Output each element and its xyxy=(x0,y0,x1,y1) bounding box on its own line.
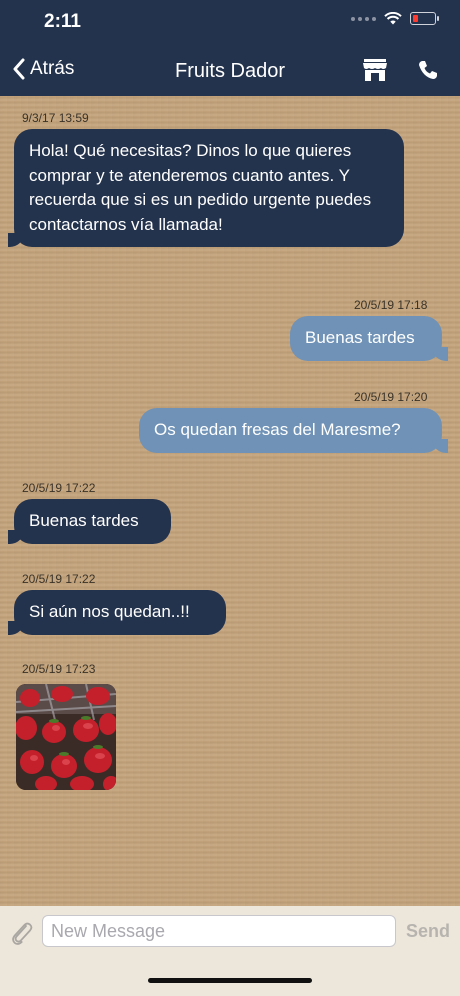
signal-icon xyxy=(351,16,376,21)
message-timestamp: 20/5/19 17:22 xyxy=(22,481,96,495)
home-indicator xyxy=(148,978,312,983)
chat-area[interactable]: 9/3/17 13:59 Hola! Qué necesitas? Dinos … xyxy=(0,96,460,906)
battery-icon xyxy=(410,12,439,25)
message-text: Buenas tardes xyxy=(29,511,139,530)
message-timestamp: 20/5/19 17:18 xyxy=(354,298,428,312)
chat-title: Fruits Dador xyxy=(174,60,286,82)
message-composer: Send xyxy=(0,906,460,996)
send-button[interactable]: Send xyxy=(406,921,450,942)
wifi-icon xyxy=(384,12,402,25)
status-icons xyxy=(351,12,439,25)
message-input[interactable] xyxy=(42,915,396,947)
outgoing-message-bubble[interactable]: Os quedan fresas del Maresme? xyxy=(139,408,448,453)
nav-header: 2:11 Atrás Fruits Dador xyxy=(0,0,460,96)
status-time: 2:11 xyxy=(44,11,81,32)
message-timestamp: 20/5/19 17:22 xyxy=(22,572,96,586)
incoming-message-bubble[interactable]: Si aún nos quedan..!! xyxy=(8,590,226,635)
message-timestamp: 20/5/19 17:20 xyxy=(354,390,428,404)
message-text: Buenas tardes xyxy=(305,328,415,347)
strawberries-photo[interactable] xyxy=(16,684,116,790)
incoming-message-bubble[interactable]: Hola! Qué necesitas? Dinos lo que quiere… xyxy=(8,129,404,247)
message-timestamp: 20/5/19 17:23 xyxy=(22,662,96,676)
incoming-message-bubble[interactable]: Buenas tardes xyxy=(8,499,171,544)
message-text: Os quedan fresas del Maresme? xyxy=(154,420,401,439)
store-icon[interactable] xyxy=(362,58,388,82)
paperclip-icon[interactable] xyxy=(10,920,34,946)
message-text: Hola! Qué necesitas? Dinos lo que quiere… xyxy=(29,141,372,234)
outgoing-message-bubble[interactable]: Buenas tardes xyxy=(290,316,448,361)
strawberries-image xyxy=(16,684,116,790)
message-timestamp: 9/3/17 13:59 xyxy=(22,111,89,125)
phone-icon[interactable] xyxy=(418,60,438,80)
message-text: Si aún nos quedan..!! xyxy=(29,602,190,621)
